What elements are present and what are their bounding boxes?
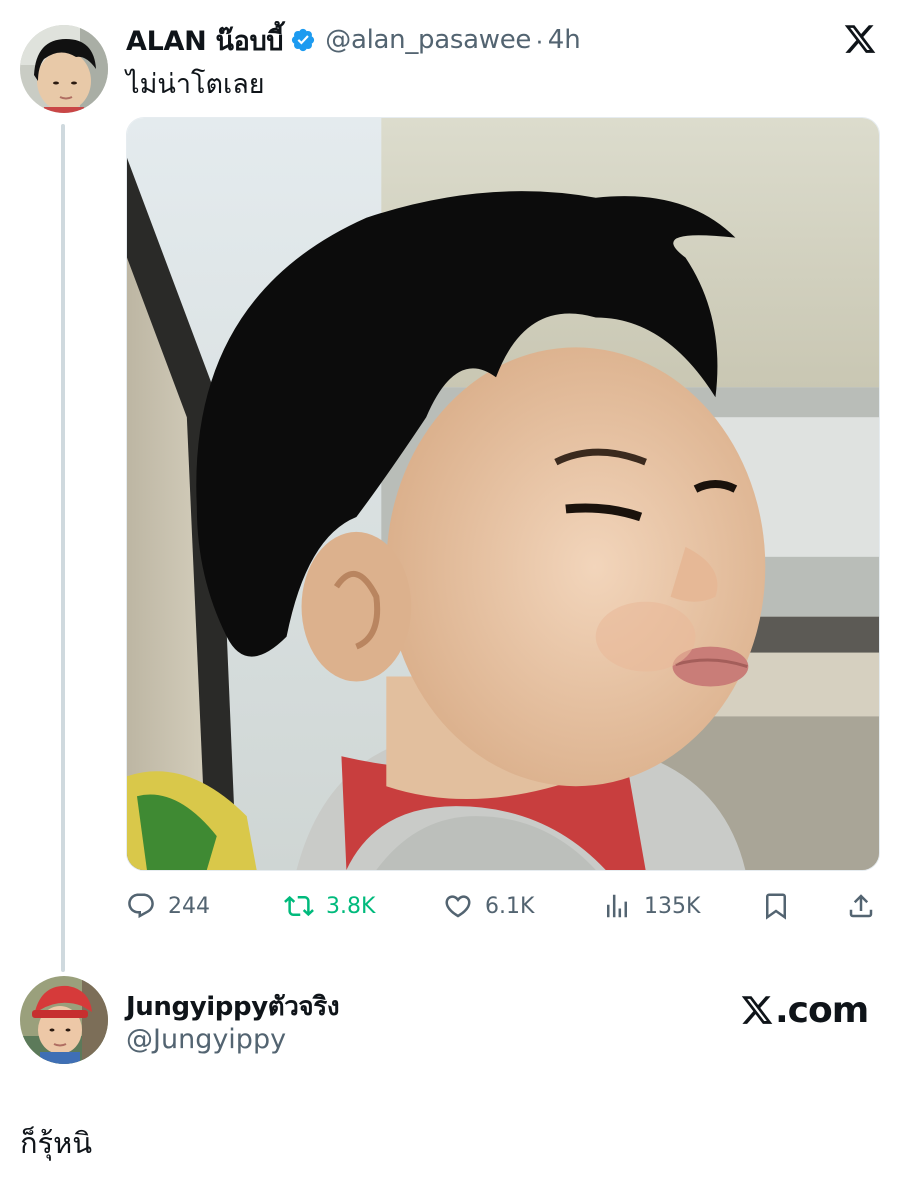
- bookmark-button[interactable]: [761, 888, 791, 924]
- like-button[interactable]: 6.1K: [443, 888, 534, 924]
- quote-user-handle[interactable]: @Jungyippy: [126, 1024, 286, 1055]
- quote-user-display-name[interactable]: Jungyippyตัวจริง: [126, 986, 340, 1027]
- x-com-text: .com: [775, 989, 869, 1031]
- quote-user-avatar-image: [20, 976, 108, 1064]
- retweet-icon: [284, 895, 314, 917]
- bookmark-icon: [766, 893, 786, 920]
- author-handle[interactable]: @alan_pasawee: [325, 25, 531, 55]
- separator-dot: ·: [535, 24, 544, 55]
- thread-line: [61, 124, 65, 972]
- verified-badge-icon: [290, 27, 316, 53]
- heart-icon: [445, 895, 471, 918]
- share-button[interactable]: [846, 888, 876, 924]
- author-avatar[interactable]: [20, 25, 108, 113]
- views-count: 135K: [644, 893, 701, 919]
- x-logo-icon: [741, 996, 773, 1024]
- analytics-icon: [607, 894, 627, 918]
- retweet-count: 3.8K: [326, 893, 376, 919]
- author-avatar-image: [20, 25, 108, 113]
- tweet-header: ALAN น๊อบบี้ @alan_pasawee · 4h: [126, 22, 581, 58]
- tweet-photo[interactable]: [126, 117, 880, 871]
- x-logo-icon[interactable]: [843, 22, 877, 56]
- author-display-name[interactable]: ALAN น๊อบบี้: [126, 19, 284, 62]
- tweet-text: ไม่น่าโตเลย: [126, 69, 265, 100]
- reply-button[interactable]: 244: [126, 888, 210, 924]
- reply-icon: [128, 893, 154, 919]
- views-button[interactable]: 135K: [602, 888, 700, 924]
- reply-count: 244: [168, 893, 210, 919]
- caption-text: ก็รุ้หนิ: [20, 1126, 93, 1160]
- retweet-button[interactable]: 3.8K: [284, 888, 375, 924]
- share-icon: [849, 894, 873, 918]
- x-com-watermark: .com: [740, 988, 869, 1032]
- toddler-in-car-photo: [127, 118, 879, 870]
- tweet-timestamp[interactable]: 4h: [548, 25, 581, 55]
- like-count: 6.1K: [485, 893, 535, 919]
- quote-user-avatar[interactable]: [20, 976, 108, 1064]
